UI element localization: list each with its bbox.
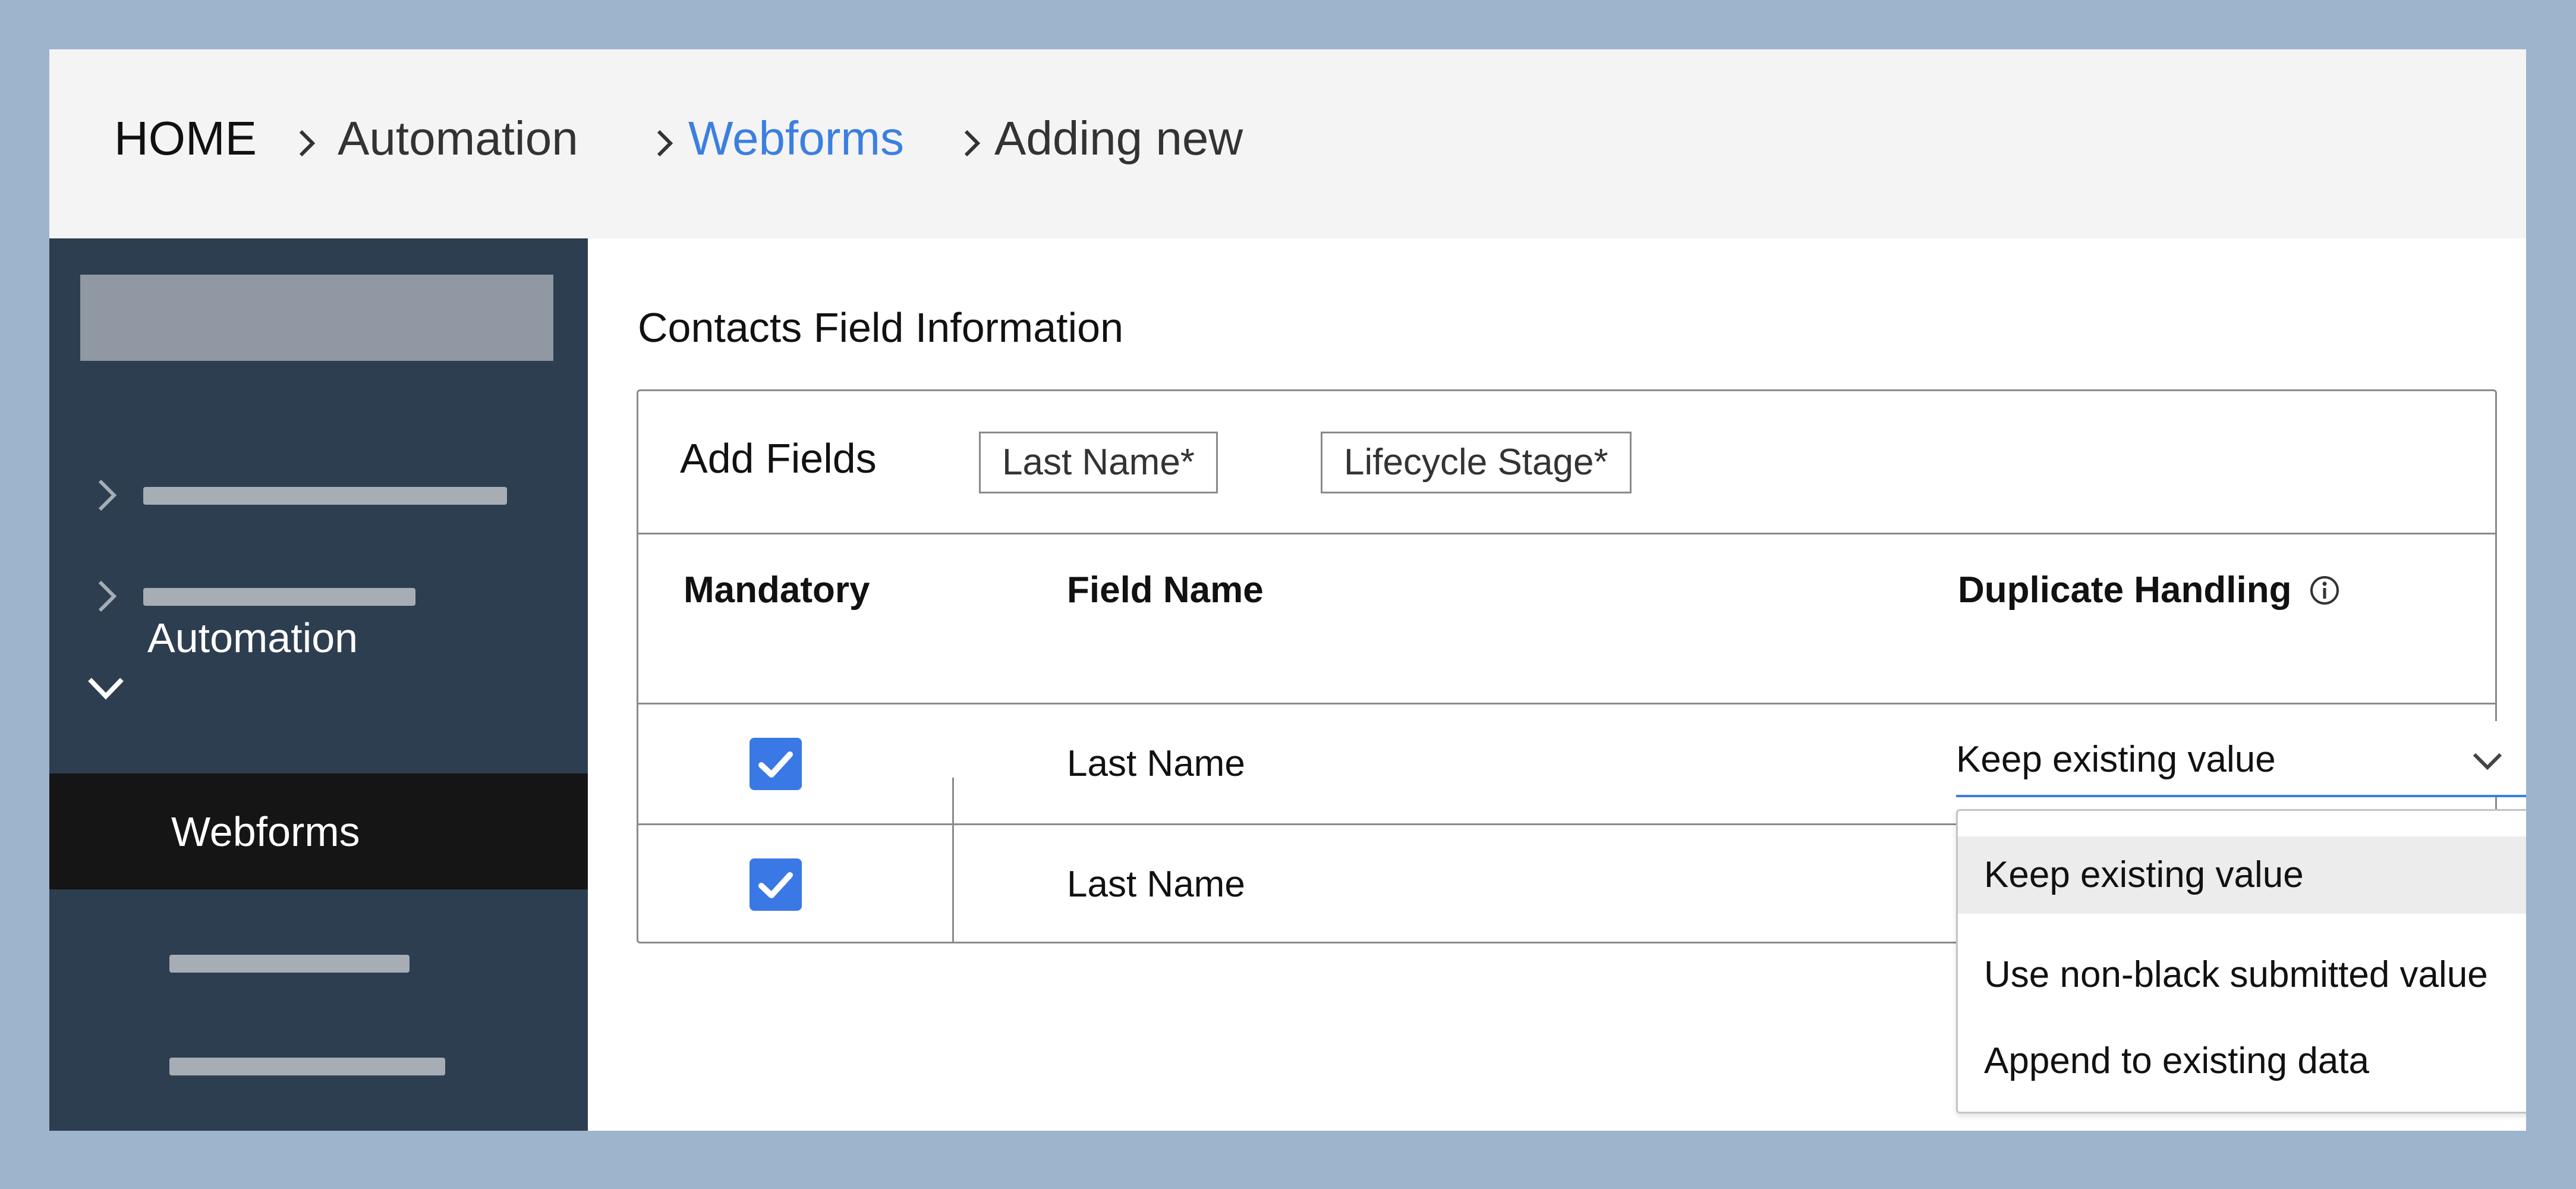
divider (638, 703, 2495, 704)
column-header-mandatory: Mandatory (684, 570, 870, 611)
sidebar-item-automation[interactable]: Automation (147, 617, 358, 659)
chevron-down-icon[interactable] (2471, 750, 2504, 773)
chevron-right-icon[interactable] (94, 577, 120, 615)
sidebar-subitem-placeholder[interactable] (169, 955, 410, 973)
breadcrumb-home[interactable]: HOME (114, 115, 257, 162)
chevron-right-icon (650, 125, 679, 161)
section-title: Contacts Field Information (638, 304, 1124, 351)
duplicate-handling-select[interactable]: Keep existing value (1956, 721, 2526, 797)
mandatory-checkbox[interactable] (750, 858, 802, 911)
breadcrumb-automation[interactable]: Automation (338, 115, 578, 162)
dropdown-option-use-submitted[interactable]: Use non-black submitted value (1958, 936, 2526, 1014)
sidebar: Automation Webforms (49, 238, 588, 1131)
dropdown-option-keep-existing[interactable]: Keep existing value (1958, 836, 2526, 914)
add-fields-label: Add Fields (680, 435, 877, 482)
breadcrumb-webforms[interactable]: Webforms (688, 115, 904, 162)
column-header-duplicate-handling: Duplicate Handling (1958, 570, 2292, 611)
chevron-right-icon (957, 125, 987, 161)
field-name-cell: Last Name (1067, 864, 1245, 905)
duplicate-handling-dropdown: Keep existing value Use non-black submit… (1956, 809, 2526, 1113)
info-icon[interactable] (2309, 574, 2341, 606)
mandatory-checkbox[interactable] (750, 738, 802, 790)
column-header-field-name: Field Name (1067, 570, 1264, 611)
sidebar-item-placeholder[interactable] (143, 487, 507, 505)
sidebar-item-placeholder[interactable] (143, 588, 415, 606)
breadcrumb-bar: HOME Automation Webforms Adding new (49, 49, 2526, 238)
app-window: HOME Automation Webforms Adding new Auto… (49, 49, 2526, 1131)
sidebar-subitem-placeholder[interactable] (169, 1058, 445, 1075)
select-value: Keep existing value (1956, 739, 2276, 780)
divider (638, 533, 2495, 534)
chevron-right-icon (292, 125, 322, 161)
chevron-down-icon[interactable] (85, 672, 127, 702)
breadcrumb-current-page: Adding new (994, 112, 1243, 165)
sidebar-item-webforms[interactable]: Webforms (49, 773, 588, 889)
divider (638, 823, 1957, 825)
column-divider (952, 778, 954, 942)
field-chip-lifecycle-stage[interactable]: Lifecycle Stage* (1321, 432, 1632, 493)
chevron-right-icon[interactable] (94, 476, 120, 514)
sidebar-item-label: Webforms (171, 809, 360, 855)
dropdown-option-append[interactable]: Append to existing data (1958, 1023, 2526, 1100)
field-name-cell: Last Name (1067, 743, 1245, 784)
field-chip-last-name[interactable]: Last Name* (979, 432, 1218, 493)
sidebar-logo-placeholder (80, 275, 553, 361)
